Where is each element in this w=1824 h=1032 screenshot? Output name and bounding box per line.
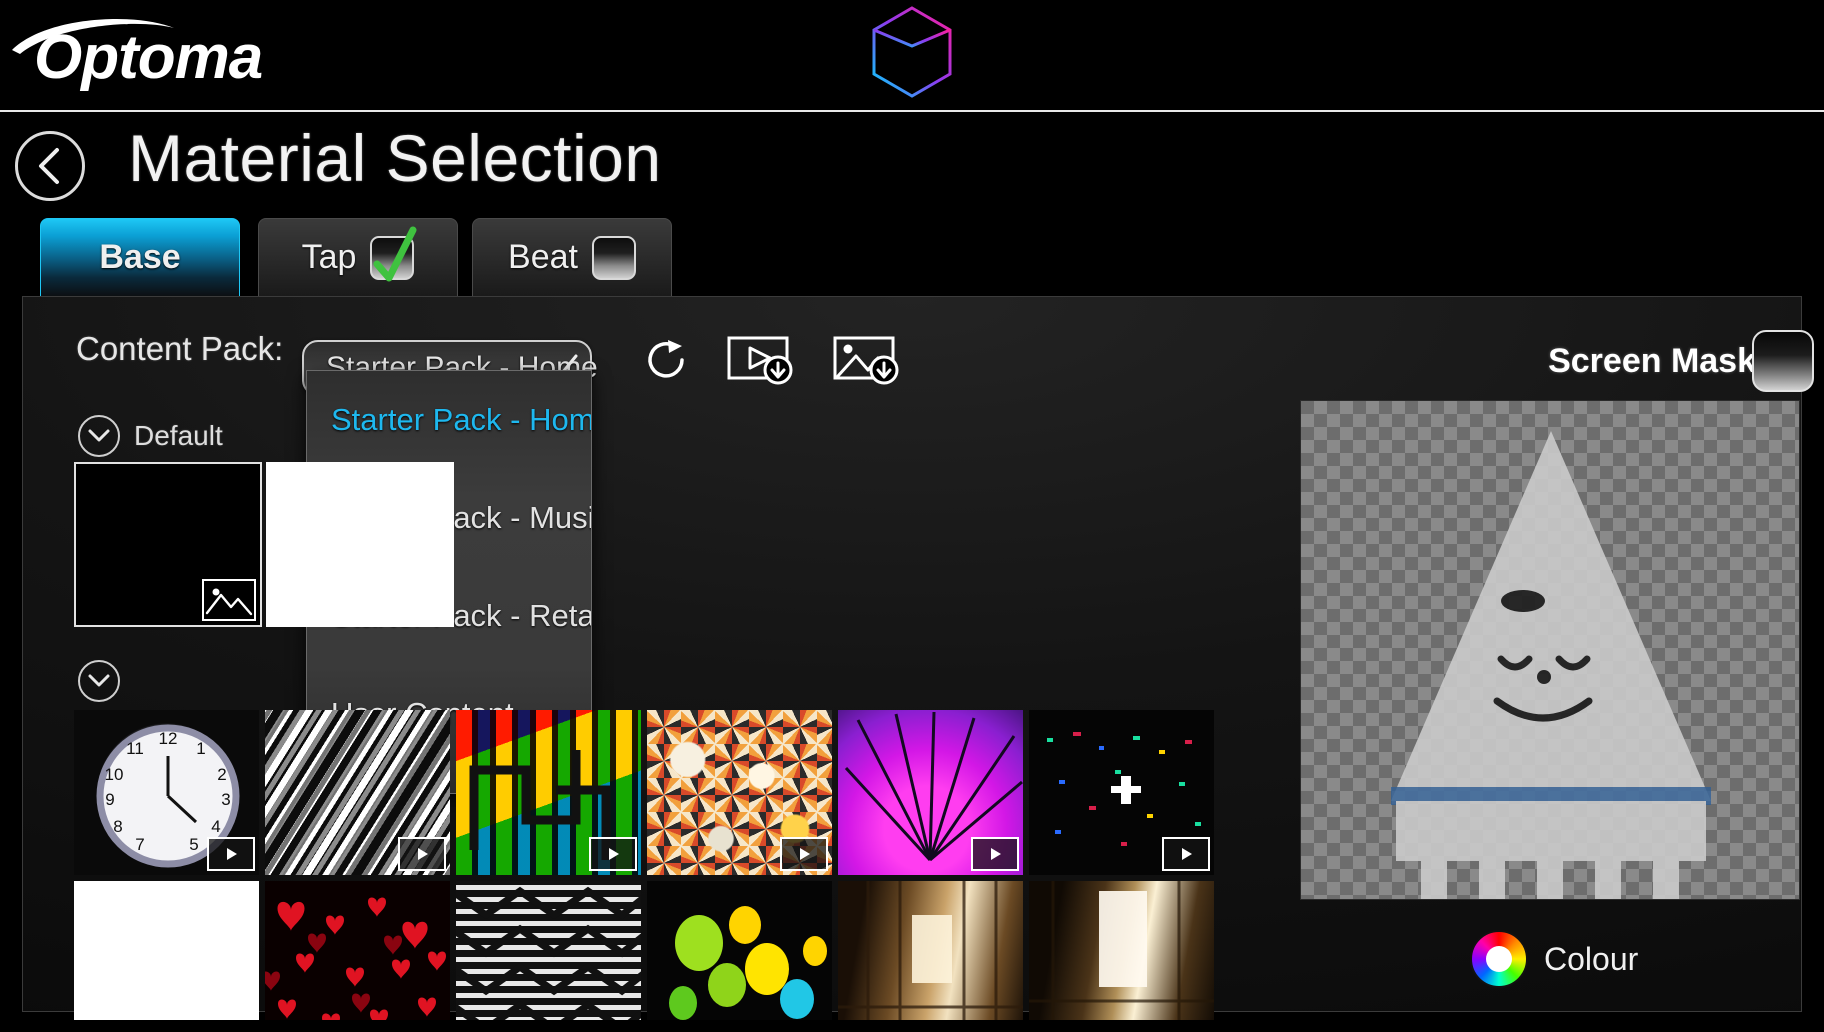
page-header: Material Selection	[0, 114, 1824, 214]
thumb-city-lights[interactable]	[1029, 710, 1214, 875]
thumb-confetti[interactable]	[647, 710, 832, 875]
section-default-label: Default	[134, 420, 223, 451]
chevron-left-icon	[39, 148, 59, 184]
svg-text:3: 3	[221, 790, 230, 809]
colour-wheel-icon[interactable]	[1470, 930, 1528, 988]
thumb-white[interactable]	[74, 881, 259, 1032]
material-thumbnail-grid: 12 1 2 345 78 9 10 11	[74, 710, 1214, 1032]
svg-text:2: 2	[217, 765, 226, 784]
default-thumb-white[interactable]	[266, 462, 454, 627]
svg-text:4: 4	[211, 817, 220, 836]
play-badge-icon	[971, 837, 1019, 871]
svg-text:1: 1	[196, 739, 205, 758]
page-title: Material Selection	[128, 121, 662, 195]
colour-label: Colour	[1544, 940, 1639, 977]
thumb-balloons[interactable]	[647, 881, 832, 1032]
back-button[interactable]	[15, 131, 85, 201]
check-icon	[373, 226, 417, 281]
content-pack-label: Content Pack:	[76, 330, 284, 367]
svg-text:7: 7	[135, 835, 144, 854]
app-topbar: Optoma	[0, 0, 1824, 112]
section-secondary[interactable]	[78, 660, 120, 702]
tab-tap[interactable]: Tap	[258, 218, 458, 296]
thumb-magenta-burst[interactable]	[838, 710, 1023, 875]
tab-beat[interactable]: Beat	[472, 218, 672, 296]
thumbnail-row: 12 1 2 345 78 9 10 11	[74, 710, 1214, 875]
refresh-icon[interactable]	[640, 334, 692, 391]
svg-text:5: 5	[189, 835, 198, 854]
material-selection-screen: Optoma Material Selection Base Tap Beat …	[0, 0, 1824, 1032]
svg-text:9: 9	[105, 790, 114, 809]
svg-text:11: 11	[126, 739, 144, 758]
thumb-zebra[interactable]	[265, 710, 450, 875]
play-badge-icon	[398, 837, 446, 871]
screen-mask-checkbox[interactable]	[1752, 330, 1814, 392]
image-download-icon[interactable]	[832, 332, 904, 393]
image-badge-icon	[202, 579, 256, 621]
svg-text:10: 10	[105, 765, 124, 784]
option-label: Starter Pack - Home	[331, 402, 592, 437]
default-thumb-black[interactable]	[74, 462, 262, 627]
svg-text:12: 12	[159, 729, 178, 748]
thumb-hearts[interactable]	[265, 881, 450, 1032]
thumb-maze[interactable]	[456, 710, 641, 875]
svg-text:8: 8	[113, 817, 122, 836]
play-badge-icon	[780, 837, 828, 871]
tab-base-label: Base	[99, 238, 181, 276]
chevron-down-circle-icon[interactable]	[78, 660, 120, 702]
content-pack-option-starter-pack-home[interactable]: Starter Pack - Home	[307, 371, 591, 469]
play-badge-icon	[1162, 837, 1210, 871]
tab-tap-label: Tap	[301, 238, 357, 276]
chevron-down-circle-icon[interactable]	[78, 415, 120, 457]
thumb-barn-interior[interactable]	[838, 881, 1023, 1032]
thumb-window-light[interactable]	[1029, 881, 1214, 1032]
tab-base[interactable]: Base	[40, 218, 240, 296]
tab-beat-label: Beat	[508, 238, 578, 276]
thumb-clock[interactable]: 12 1 2 345 78 9 10 11	[74, 710, 259, 875]
thumbnail-row	[74, 881, 1214, 1032]
tab-beat-checkbox[interactable]	[591, 235, 636, 280]
content-toolbar	[640, 332, 904, 393]
colour-control[interactable]: Colour	[1470, 930, 1638, 988]
video-download-icon[interactable]	[726, 332, 798, 393]
tab-tap-checkbox[interactable]	[370, 226, 417, 281]
footer-bar	[0, 1020, 1824, 1032]
mask-preview[interactable]	[1300, 400, 1800, 900]
optoma-logo: Optoma	[6, 10, 266, 100]
play-badge-icon	[589, 837, 637, 871]
screen-mask-label: Screen Mask	[1548, 342, 1756, 380]
play-badge-icon	[207, 837, 255, 871]
thumb-chevrons[interactable]	[456, 881, 641, 1032]
svg-text:Optoma: Optoma	[34, 23, 262, 92]
section-default[interactable]: Default	[78, 415, 223, 457]
cube-logo-icon	[862, 2, 962, 102]
